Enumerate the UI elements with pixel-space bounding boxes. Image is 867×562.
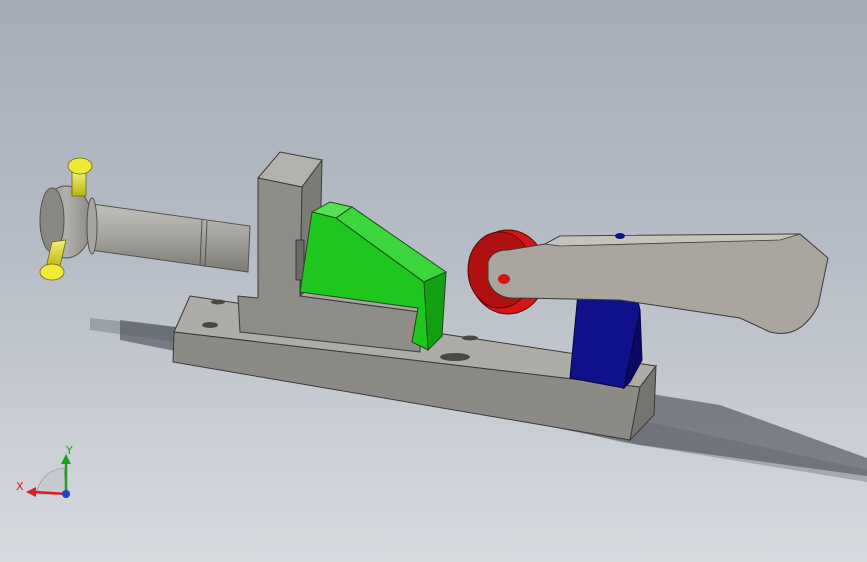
mount-hole (462, 335, 478, 341)
mount-hole (202, 322, 218, 328)
yellow-pin[interactable] (39, 239, 67, 281)
coordinate-triad (26, 454, 71, 498)
y-axis-label: Y (66, 444, 73, 457)
lever-arm[interactable] (487, 233, 829, 334)
shaft-end-collar[interactable] (39, 185, 98, 259)
mount-hole (440, 353, 470, 361)
lever-pin-hole (498, 274, 510, 284)
model-scene[interactable] (0, 0, 867, 562)
mount-hole (211, 299, 225, 305)
shaft[interactable] (89, 203, 251, 273)
graphics-viewport[interactable]: Y X (0, 0, 867, 562)
x-axis-label: X (16, 480, 24, 493)
yellow-pin[interactable] (67, 157, 93, 197)
